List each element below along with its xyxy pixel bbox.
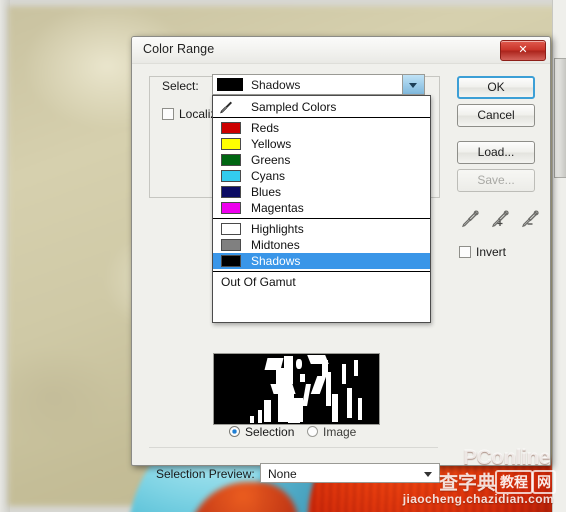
dropdown-item-blues[interactable]: Blues — [213, 184, 430, 200]
dropdown-item-reds[interactable]: Reds — [213, 120, 430, 136]
dropdown-item-magentas[interactable]: Magentas — [213, 200, 430, 216]
invert-checkbox[interactable] — [459, 246, 471, 258]
select-swatch — [217, 78, 243, 91]
image-radio-label: Image — [323, 425, 357, 439]
dropdown-item-greens[interactable]: Greens — [213, 152, 430, 168]
dropdown-item-label: Yellows — [251, 137, 292, 151]
scrollbar-thumb[interactable] — [554, 58, 566, 178]
dropdown-item-label: Out Of Gamut — [221, 275, 296, 289]
invert-label: Invert — [476, 245, 507, 259]
load-button[interactable]: Load... — [457, 141, 535, 164]
cancel-button[interactable]: Cancel — [457, 104, 535, 127]
dropdown-item-sampled-colors[interactable]: Sampled Colors — [213, 99, 430, 115]
dropdown-item-label: Reds — [251, 121, 280, 135]
color-swatch — [221, 202, 241, 214]
watermark-brand: PConline — [462, 446, 551, 469]
dropdown-item-label: Highlights — [251, 222, 304, 236]
dropdown-item-out-of-gamut[interactable]: Out Of Gamut — [213, 274, 430, 290]
preview-thumbnail[interactable] — [213, 353, 380, 425]
eyedropper-icon — [219, 100, 235, 114]
dropdown-separator — [213, 117, 430, 118]
dropdown-separator — [213, 271, 430, 272]
select-value: Shadows — [251, 78, 301, 92]
selection-radio[interactable] — [229, 426, 240, 437]
color-swatch — [221, 138, 241, 150]
dropdown-separator — [213, 218, 430, 219]
watermark-url: jiaocheng.chazidian.com — [402, 492, 554, 506]
eyedropper-plus-icon[interactable] — [489, 208, 511, 230]
chevron-down-icon[interactable] — [402, 75, 424, 94]
dropdown-item-midtones[interactable]: Midtones — [213, 237, 430, 253]
color-swatch — [221, 154, 241, 166]
color-swatch — [221, 170, 241, 182]
watermark-cn-left: 查字典 — [438, 473, 496, 494]
dialog-titlebar[interactable]: Color Range ✕ — [132, 37, 550, 64]
eyedropper-minus-icon[interactable] — [519, 208, 541, 230]
localized-clusters-checkbox[interactable] — [162, 108, 174, 120]
color-swatch — [221, 239, 241, 251]
save-button: Save... — [457, 169, 535, 192]
eyedropper-icon[interactable] — [459, 208, 481, 230]
selection-preview-value: None — [268, 467, 297, 481]
close-button[interactable]: ✕ — [500, 40, 546, 61]
color-swatch — [221, 255, 241, 267]
dropdown-item-label: Magentas — [251, 201, 304, 215]
selection-radio-label: Selection — [245, 425, 295, 439]
dropdown-item-label: Shadows — [251, 254, 301, 268]
dropdown-item-label: Sampled Colors — [251, 100, 337, 114]
dropdown-item-shadows[interactable]: Shadows — [213, 253, 430, 269]
dropdown-item-label: Greens — [251, 153, 291, 167]
dropdown-item-cyans[interactable]: Cyans — [213, 168, 430, 184]
selection-preview-label: Selection Preview: — [156, 467, 255, 481]
color-swatch — [221, 122, 241, 134]
dropdown-item-highlights[interactable]: Highlights — [213, 221, 430, 237]
select-combobox[interactable]: Shadows — [212, 74, 425, 95]
dropdown-item-label: Blues — [251, 185, 282, 199]
dropdown-item-label: Midtones — [251, 238, 300, 252]
dialog-title: Color Range — [143, 42, 215, 56]
dropdown-item-yellows[interactable]: Yellows — [213, 136, 430, 152]
watermark-cn-badge: 教程 — [495, 470, 533, 494]
ok-button[interactable]: OK — [457, 76, 535, 99]
image-radio[interactable] — [307, 426, 318, 437]
color-swatch — [221, 186, 241, 198]
window-scrollbar[interactable] — [552, 0, 566, 512]
select-label: Select: — [162, 79, 199, 93]
color-swatch — [221, 223, 241, 235]
watermark: PConline 查字典 教程 网 jiaocheng.chazidian.co… — [328, 446, 558, 508]
watermark-cn-right: 网 — [532, 470, 556, 494]
select-dropdown-list[interactable]: Sampled Colors Reds Yellows Greens Cyans Blue… — [212, 95, 431, 323]
dropdown-item-label: Cyans — [251, 169, 286, 183]
